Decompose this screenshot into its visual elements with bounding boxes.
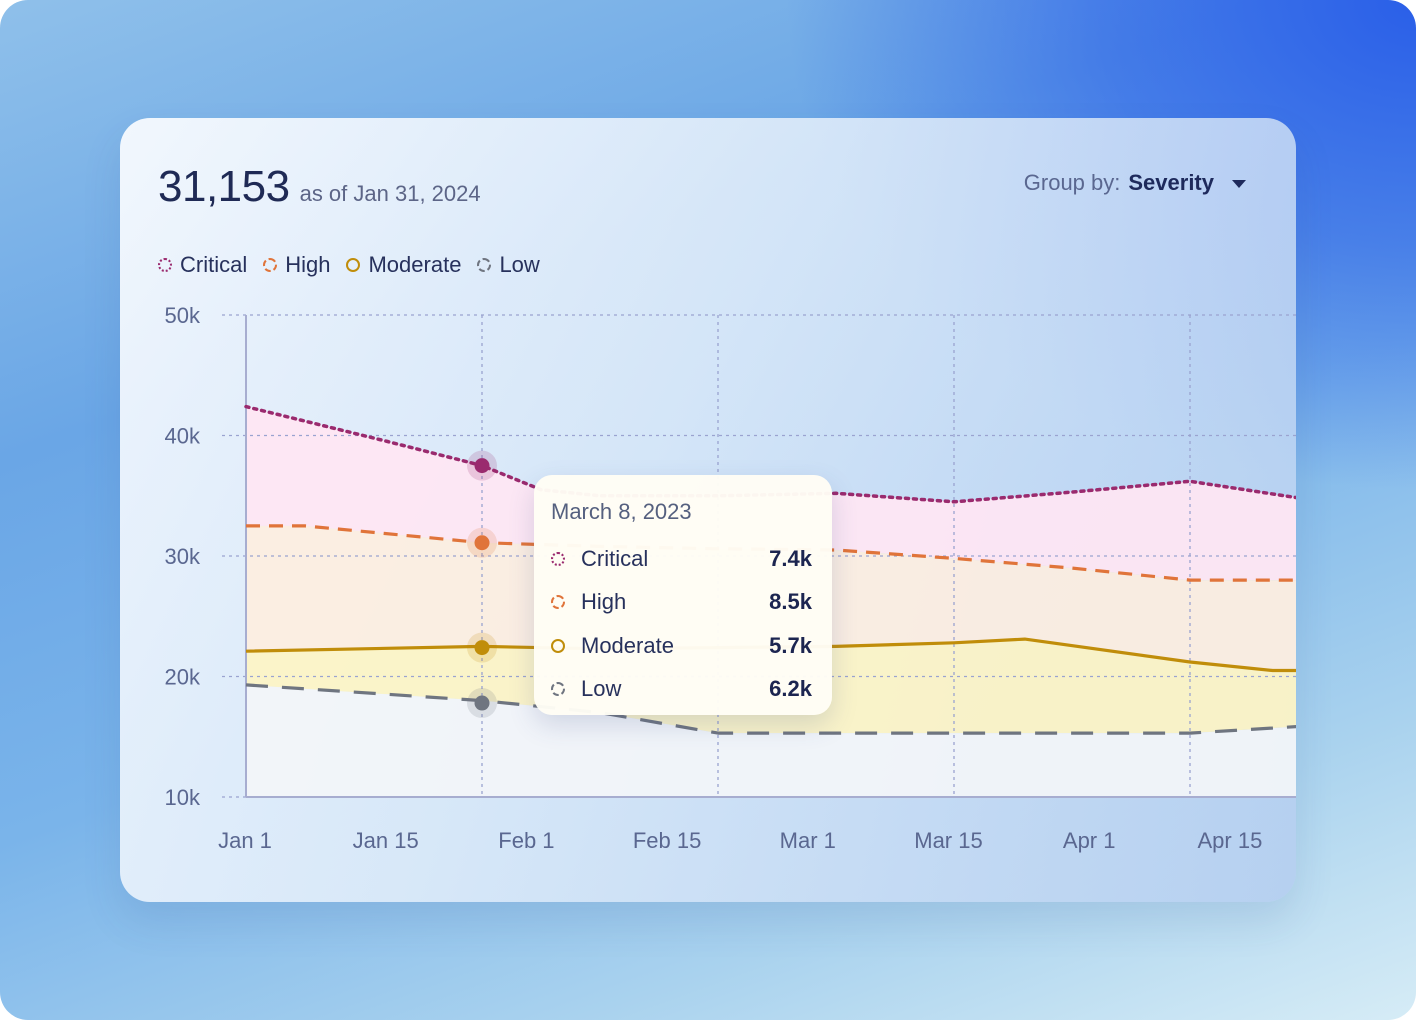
tooltip-label: High bbox=[581, 589, 627, 615]
tooltip-row-low: Low 6.2k bbox=[551, 668, 812, 712]
x-tick-label: Apr 1 bbox=[1063, 828, 1116, 853]
tooltip-value: 6.2k bbox=[769, 676, 812, 702]
y-tick-label: 40k bbox=[165, 424, 201, 449]
tooltip-label: Moderate bbox=[581, 632, 674, 658]
x-tick-label: Jan 1 bbox=[218, 828, 272, 853]
hover-tooltip: March 8, 2023 Critical 7.4k High 8.5k Mo… bbox=[534, 475, 832, 715]
tooltip-label: Low bbox=[581, 676, 622, 702]
critical-swatch-icon bbox=[551, 551, 565, 566]
moderate-hover-point bbox=[474, 640, 490, 656]
critical-hover-point bbox=[474, 458, 490, 474]
background: 31,153 as of Jan 31, 2024 Group by: Seve… bbox=[0, 0, 1416, 1020]
tooltip-label: Critical bbox=[581, 545, 649, 571]
tooltip-row-high: High 8.5k bbox=[551, 581, 812, 625]
chart-card: 31,153 as of Jan 31, 2024 Group by: Seve… bbox=[120, 118, 1296, 902]
tooltip-row-critical: Critical 7.4k bbox=[551, 537, 812, 581]
y-tick-label: 50k bbox=[165, 303, 201, 328]
x-tick-label: Mar 15 bbox=[914, 828, 982, 853]
tooltip-row-moderate: Moderate 5.7k bbox=[551, 624, 812, 668]
tooltip-value: 8.5k bbox=[769, 589, 812, 615]
tooltip-value: 7.4k bbox=[769, 545, 812, 571]
x-tick-label: Mar 1 bbox=[780, 828, 836, 853]
low-swatch-icon bbox=[551, 682, 565, 697]
x-tick-label: Feb 1 bbox=[498, 828, 554, 853]
moderate-swatch-icon bbox=[551, 638, 565, 653]
y-tick-label: 10k bbox=[165, 785, 201, 810]
high-hover-point bbox=[474, 535, 490, 551]
y-tick-label: 20k bbox=[165, 665, 201, 690]
tooltip-date: March 8, 2023 bbox=[551, 499, 692, 524]
x-tick-label: Apr 15 bbox=[1197, 828, 1262, 853]
x-tick-label: Jan 15 bbox=[353, 828, 419, 853]
x-tick-label: Feb 15 bbox=[633, 828, 702, 853]
low-hover-point bbox=[474, 695, 490, 711]
y-tick-label: 30k bbox=[165, 544, 201, 569]
tooltip-value: 5.7k bbox=[769, 632, 812, 658]
high-swatch-icon bbox=[551, 595, 565, 610]
